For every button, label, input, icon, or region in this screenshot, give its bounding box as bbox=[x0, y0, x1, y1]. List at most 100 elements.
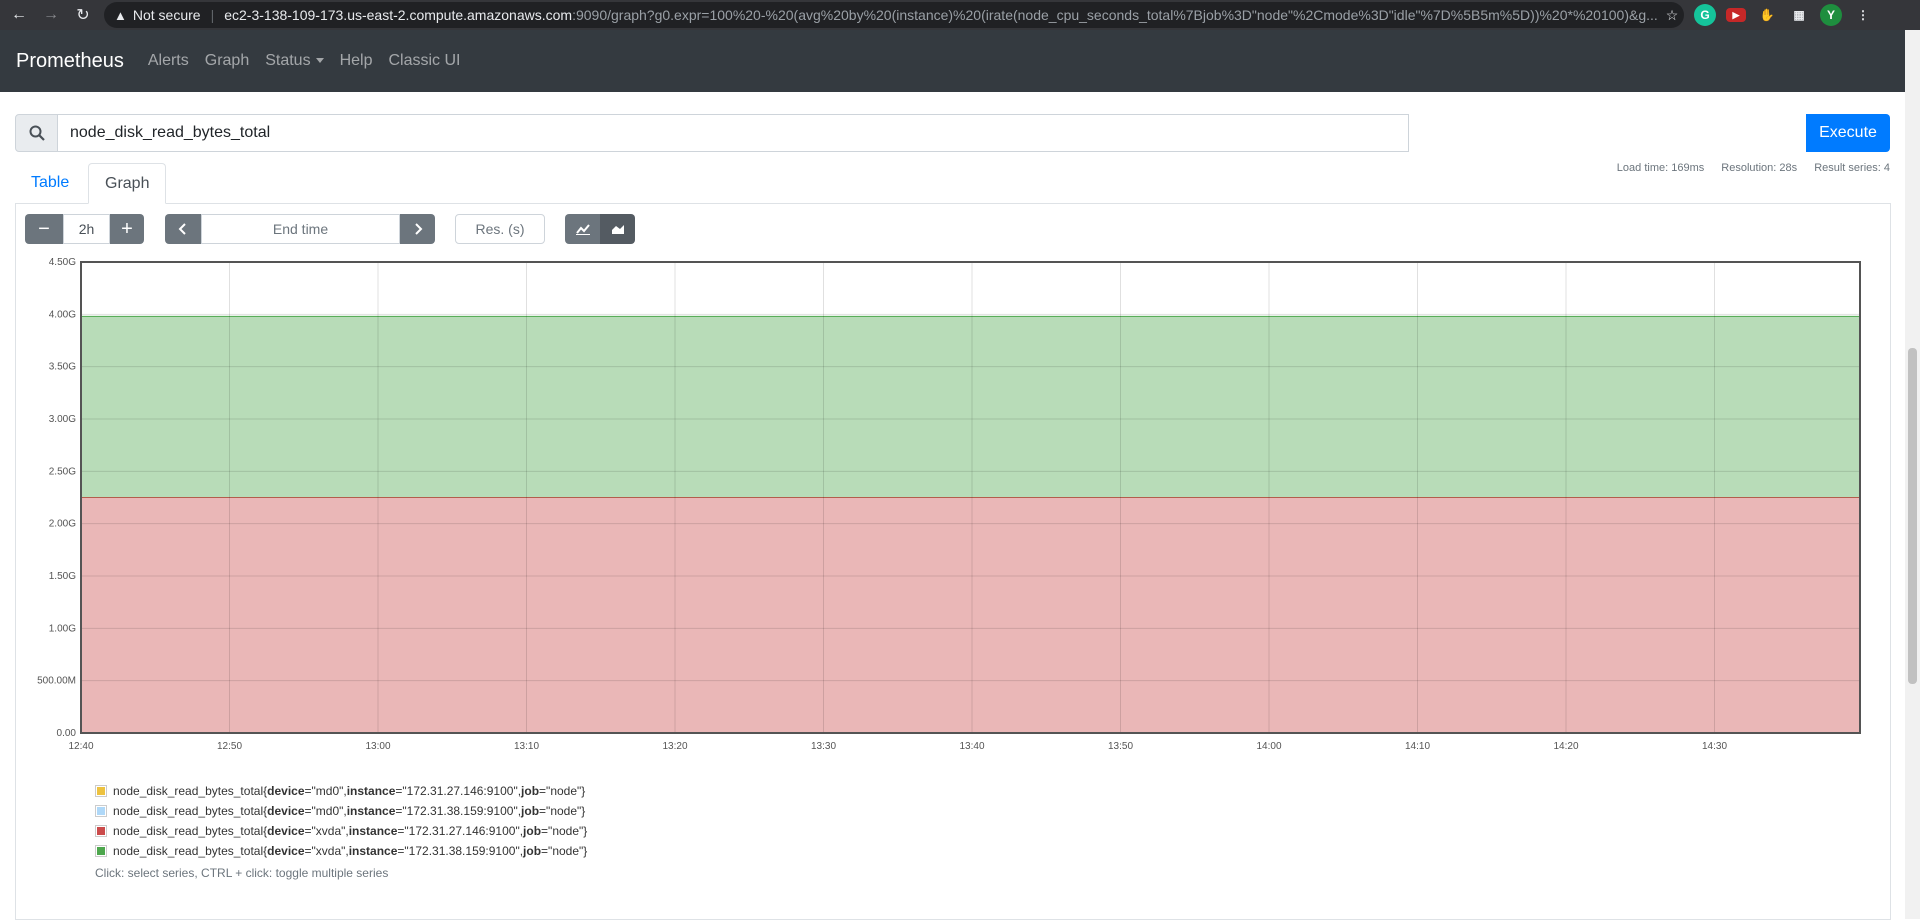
series-area-2 bbox=[81, 497, 1860, 733]
legend-label-key: device bbox=[267, 824, 305, 838]
area-chart-icon bbox=[611, 225, 624, 234]
y-tick-label: 4.00G bbox=[49, 309, 76, 320]
profile-avatar[interactable]: Y bbox=[1820, 4, 1842, 26]
legend-item[interactable]: node_disk_read_bytes_total{device ="md0",… bbox=[95, 801, 587, 821]
legend-swatch bbox=[95, 825, 107, 837]
x-tick-label: 13:00 bbox=[365, 741, 390, 752]
nav-graph[interactable]: Graph bbox=[205, 52, 249, 70]
legend-label-value: ="md0", bbox=[304, 804, 347, 818]
legend-label-key: instance bbox=[346, 804, 396, 818]
legend-label-value: ="node"} bbox=[539, 784, 586, 798]
legend-item[interactable]: node_disk_read_bytes_total{device ="xvda"… bbox=[95, 841, 587, 861]
y-tick-label: 3.50G bbox=[49, 362, 76, 373]
legend-color-xvda-159 bbox=[97, 847, 105, 855]
legend-label-key: instance bbox=[346, 784, 396, 798]
top-navbar: Prometheus Alerts Graph Status Help Clas… bbox=[0, 30, 1905, 92]
forward-icon[interactable]: → bbox=[38, 6, 64, 24]
line-chart-icon bbox=[575, 224, 590, 235]
extensions-puzzle-icon[interactable]: ▦ bbox=[1788, 4, 1810, 26]
legend-label-key: instance bbox=[348, 824, 398, 838]
nav-alerts[interactable]: Alerts bbox=[148, 52, 189, 70]
expression-bar: node_disk_read_bytes_total bbox=[15, 114, 1409, 152]
legend-label-key: job bbox=[521, 804, 540, 818]
legend-label-key: job bbox=[523, 824, 542, 838]
legend-color-md0-146 bbox=[97, 787, 105, 795]
brand-link[interactable]: Prometheus bbox=[16, 50, 124, 73]
legend-metric: node_disk_read_bytes_total bbox=[113, 824, 264, 838]
nav-classic-ui[interactable]: Classic UI bbox=[388, 52, 460, 70]
legend-metric: node_disk_read_bytes_total bbox=[113, 804, 264, 818]
legend-hint: Click: select series, CTRL + click: togg… bbox=[95, 866, 389, 880]
resolution-input[interactable]: Res. (s) bbox=[455, 214, 545, 244]
browser-toolbar: ← → ↻ ▲ Not secure | ec2-3-138-109-173.u… bbox=[0, 0, 1920, 30]
chevron-left-icon bbox=[178, 223, 186, 235]
stacked-graph-button[interactable] bbox=[600, 214, 635, 244]
series-area-3 bbox=[81, 316, 1860, 498]
legend-label-value: ="172.31.38.159:9100", bbox=[395, 804, 522, 818]
x-tick-label: 13:40 bbox=[959, 741, 984, 752]
nav-status-dropdown[interactable]: Status bbox=[265, 52, 324, 70]
legend-metric: node_disk_read_bytes_total bbox=[113, 784, 264, 798]
legend-label-value: ="172.31.27.146:9100", bbox=[395, 784, 522, 798]
expression-input[interactable]: node_disk_read_bytes_total bbox=[58, 114, 1409, 152]
x-tick-label: 13:50 bbox=[1108, 741, 1133, 752]
page-scrollbar[interactable] bbox=[1905, 30, 1920, 919]
legend-label-key: job bbox=[521, 784, 540, 798]
nav-status-label: Status bbox=[265, 52, 311, 69]
scrollbar-thumb[interactable] bbox=[1908, 348, 1917, 684]
video-extension-icon[interactable]: ▶ bbox=[1726, 8, 1746, 22]
legend-swatch bbox=[95, 805, 107, 817]
nav-help[interactable]: Help bbox=[340, 52, 373, 70]
series-legend: node_disk_read_bytes_total{device ="md0",… bbox=[95, 781, 587, 861]
previous-time-button[interactable] bbox=[165, 214, 201, 244]
x-tick-label: 14:00 bbox=[1256, 741, 1281, 752]
tab-table[interactable]: Table bbox=[15, 163, 85, 202]
address-separator: | bbox=[210, 7, 215, 23]
increase-range-button[interactable]: + bbox=[110, 214, 144, 244]
legend-item[interactable]: node_disk_read_bytes_total{device ="xvda"… bbox=[95, 821, 587, 841]
tab-graph[interactable]: Graph bbox=[88, 163, 167, 204]
reload-icon[interactable]: ↻ bbox=[70, 5, 96, 25]
legend-swatch bbox=[95, 845, 107, 857]
legend-label-value: ="node"} bbox=[541, 844, 588, 858]
grammarly-extension-icon[interactable]: G bbox=[1694, 4, 1716, 26]
legend-label-key: instance bbox=[348, 844, 398, 858]
legend-swatch bbox=[95, 785, 107, 797]
graph-chart[interactable]: 0.00 500.00M 1.00G 1.50G 2.00G 2.50G 3.00G 3.50… bbox=[0, 255, 1880, 755]
y-tick-label: 2.50G bbox=[49, 466, 76, 477]
legend-label-value: ="xvda", bbox=[304, 824, 349, 838]
next-time-button[interactable] bbox=[400, 214, 435, 244]
x-tick-label: 13:10 bbox=[514, 741, 539, 752]
range-input[interactable]: 2h bbox=[63, 214, 110, 244]
y-tick-label: 0.00 bbox=[57, 728, 77, 739]
url-host: ec2-3-138-109-173.us-east-2.compute.amaz… bbox=[224, 7, 573, 23]
hand-extension-icon[interactable]: ✋ bbox=[1756, 4, 1778, 26]
x-tick-label: 13:20 bbox=[662, 741, 687, 752]
legend-label-key: device bbox=[267, 784, 305, 798]
legend-color-xvda-146 bbox=[97, 827, 105, 835]
x-tick-label: 13:30 bbox=[811, 741, 836, 752]
y-tick-label: 1.50G bbox=[49, 571, 76, 582]
legend-label-value: ="172.31.38.159:9100", bbox=[397, 844, 524, 858]
execute-button[interactable]: Execute bbox=[1806, 114, 1890, 152]
end-time-input[interactable]: End time bbox=[201, 214, 400, 244]
y-tick-label: 500.00M bbox=[37, 676, 76, 687]
back-icon[interactable]: ← bbox=[6, 6, 32, 24]
x-tick-label: 14:30 bbox=[1702, 741, 1727, 752]
view-tabs: Table Graph bbox=[15, 163, 1890, 204]
y-tick-label: 1.00G bbox=[49, 623, 76, 634]
browser-menu-icon[interactable]: ⋮ bbox=[1852, 4, 1874, 26]
security-label: Not secure bbox=[132, 7, 201, 23]
address-bar[interactable]: ▲ Not secure | ec2-3-138-109-173.us-east… bbox=[104, 2, 1684, 28]
decrease-range-button[interactable]: − bbox=[25, 214, 63, 244]
x-tick-label: 14:20 bbox=[1553, 741, 1578, 752]
unstacked-graph-button[interactable] bbox=[565, 214, 600, 244]
legend-label-key: job bbox=[523, 844, 542, 858]
bookmark-star-icon[interactable]: ☆ bbox=[1658, 7, 1679, 24]
x-tick-label: 12:50 bbox=[217, 741, 242, 752]
x-tick-label: 12:40 bbox=[68, 741, 93, 752]
legend-label-value: ="172.31.27.146:9100", bbox=[397, 824, 524, 838]
y-tick-label: 4.50G bbox=[49, 257, 76, 268]
legend-label-value: ="xvda", bbox=[304, 844, 349, 858]
legend-item[interactable]: node_disk_read_bytes_total{device ="md0",… bbox=[95, 781, 587, 801]
